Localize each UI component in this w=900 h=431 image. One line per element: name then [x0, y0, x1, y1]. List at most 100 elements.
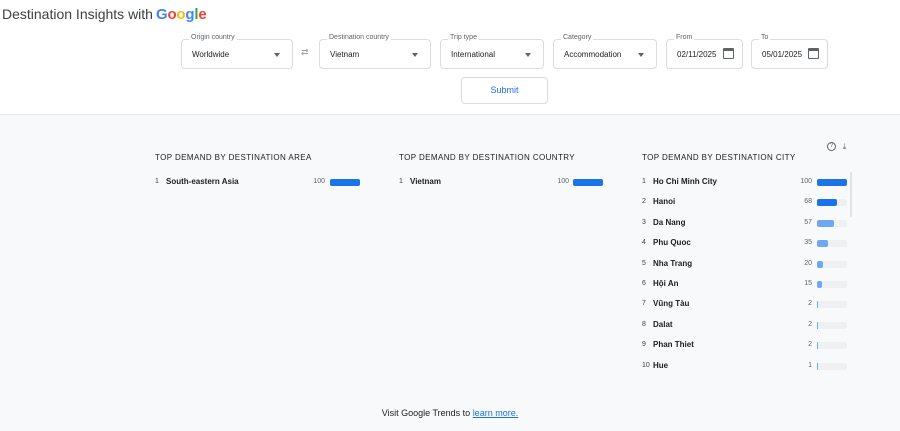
city-column-title: TOP DEMAND BY DESTINATION CITY	[642, 153, 796, 162]
trip-type-label: Trip type	[448, 34, 479, 42]
list-item: 6 Hội An 15	[642, 279, 852, 289]
destination-name: Hội An	[653, 279, 679, 288]
list-item: 5 Nha Trang 20	[642, 259, 852, 269]
list-item: 2 Hanoi 68	[642, 197, 852, 207]
destination-name: Vũng Tàu	[653, 299, 690, 309]
rank-number: 1	[642, 178, 646, 185]
demand-value: 100	[313, 178, 325, 185]
demand-bar	[817, 362, 818, 370]
demand-value: 2	[808, 300, 812, 308]
demand-bar	[817, 240, 828, 248]
demand-bar-track	[817, 362, 847, 370]
demand-bar	[817, 179, 847, 186]
list-item: 3 Da Nang 57	[642, 218, 852, 228]
calendar-icon[interactable]	[723, 48, 734, 59]
demand-bar	[817, 199, 837, 207]
demand-bar-track	[573, 179, 603, 186]
demand-value: 2	[808, 341, 812, 349]
rank-number: 8	[642, 320, 646, 328]
demand-value: 15	[804, 280, 812, 287]
from-date-label: From	[674, 34, 695, 42]
list-item: 7 Vũng Tàu 2	[642, 299, 852, 309]
chevron-down-icon	[274, 53, 280, 57]
destination-country-label: Destination country	[327, 34, 391, 42]
rank-number: 4	[642, 239, 646, 247]
destination-name: Dalat	[653, 319, 673, 329]
origin-country-label: Origin country	[189, 34, 237, 42]
destination-name: Nha Trang	[653, 258, 693, 268]
origin-country-select[interactable]: Origin country Worldwide	[181, 34, 293, 69]
destination-name: Da Nang	[653, 217, 686, 227]
to-date-value: 05/01/2025	[762, 50, 803, 59]
demand-bar	[817, 281, 822, 288]
destination-country-value: Vietnam	[330, 50, 360, 59]
chevron-down-icon	[412, 53, 418, 57]
list-item: 10 Hue 1	[642, 361, 852, 371]
calendar-icon[interactable]	[808, 48, 819, 59]
rank-number: 2	[642, 198, 646, 206]
rank-number: 1	[155, 178, 159, 185]
demand-bar-track	[817, 240, 847, 248]
destination-name: Vietnam	[410, 177, 441, 186]
brand-title: Destination Insights with Google	[2, 6, 207, 23]
list-item: 1 Ho Chi Minh City 100	[642, 177, 852, 187]
rank-number: 9	[642, 341, 646, 349]
to-date-label: To	[759, 34, 771, 42]
destination-country-select[interactable]: Destination country Vietnam	[319, 34, 431, 69]
destination-name: Hanoi	[653, 197, 676, 207]
demand-value: 68	[804, 198, 812, 206]
learn-more-link[interactable]: learn more.	[473, 408, 519, 418]
demand-bar-track	[817, 260, 847, 268]
footer-text: Visit Google Trends to	[381, 408, 471, 418]
trip-type-select[interactable]: Trip type International	[440, 34, 544, 69]
country-column-title: TOP DEMAND BY DESTINATION COUNTRY	[399, 153, 576, 162]
rank-number: 10	[642, 361, 650, 369]
category-select[interactable]: Category Accommodation	[553, 34, 657, 69]
demand-value: 100	[800, 178, 812, 185]
list-item: 4 Phu Quoc 35	[642, 238, 852, 248]
rank-number: 6	[642, 280, 646, 287]
demand-bar-track	[817, 219, 847, 227]
area-column-title: TOP DEMAND BY DESTINATION AREA	[155, 153, 312, 162]
category-label: Category	[561, 34, 594, 42]
to-date-field[interactable]: To 05/01/2025	[751, 34, 828, 69]
rank-number: 1	[399, 178, 403, 185]
demand-bar-track	[817, 301, 847, 309]
brand-text: Destination Insights with	[2, 6, 153, 22]
top-bar: Destination Insights with Google Origin c…	[0, 0, 900, 115]
demand-bar	[817, 321, 818, 329]
category-value: Accommodation	[564, 50, 622, 59]
from-date-field[interactable]: From 02/11/2025	[666, 34, 743, 69]
list-item: 1 Vietnam 100	[399, 177, 609, 187]
chevron-down-icon	[525, 53, 531, 57]
demand-bar	[573, 179, 603, 186]
demand-value: 100	[557, 178, 569, 185]
list-item: 9 Phan Thiet 2	[642, 340, 852, 350]
footer: Visit Google Trends to learn more.	[0, 408, 900, 418]
demand-bar	[817, 260, 823, 268]
from-date-value: 02/11/2025	[677, 50, 717, 59]
rank-number: 3	[642, 218, 646, 226]
destination-name: Hue	[653, 360, 669, 370]
demand-bar-track	[817, 342, 847, 350]
origin-country-value: Worldwide	[192, 50, 230, 59]
demand-value: 35	[804, 239, 812, 247]
submit-button[interactable]: Submit	[461, 77, 548, 104]
trip-type-value: International	[451, 50, 496, 59]
download-icon[interactable]: ⤓	[840, 142, 849, 151]
destination-name: Phan Thiet	[653, 340, 694, 350]
demand-bar	[817, 342, 818, 350]
demand-bar-track	[817, 281, 847, 288]
list-item: 1 South-eastern Asia 100	[155, 177, 365, 187]
google-logo: Google	[155, 6, 207, 23]
swap-arrows-icon[interactable]: ⇄	[301, 47, 309, 58]
demand-value: 1	[808, 361, 812, 369]
rank-number: 7	[642, 300, 646, 308]
demand-bar	[330, 179, 360, 186]
demand-bar-track	[817, 179, 847, 186]
city-list-scrollbar[interactable]	[850, 172, 852, 217]
help-icon[interactable]: ?	[827, 142, 836, 151]
destination-name: Phu Quoc	[653, 238, 691, 248]
destination-name: South-eastern Asia	[166, 177, 239, 186]
demand-bar	[817, 219, 834, 227]
